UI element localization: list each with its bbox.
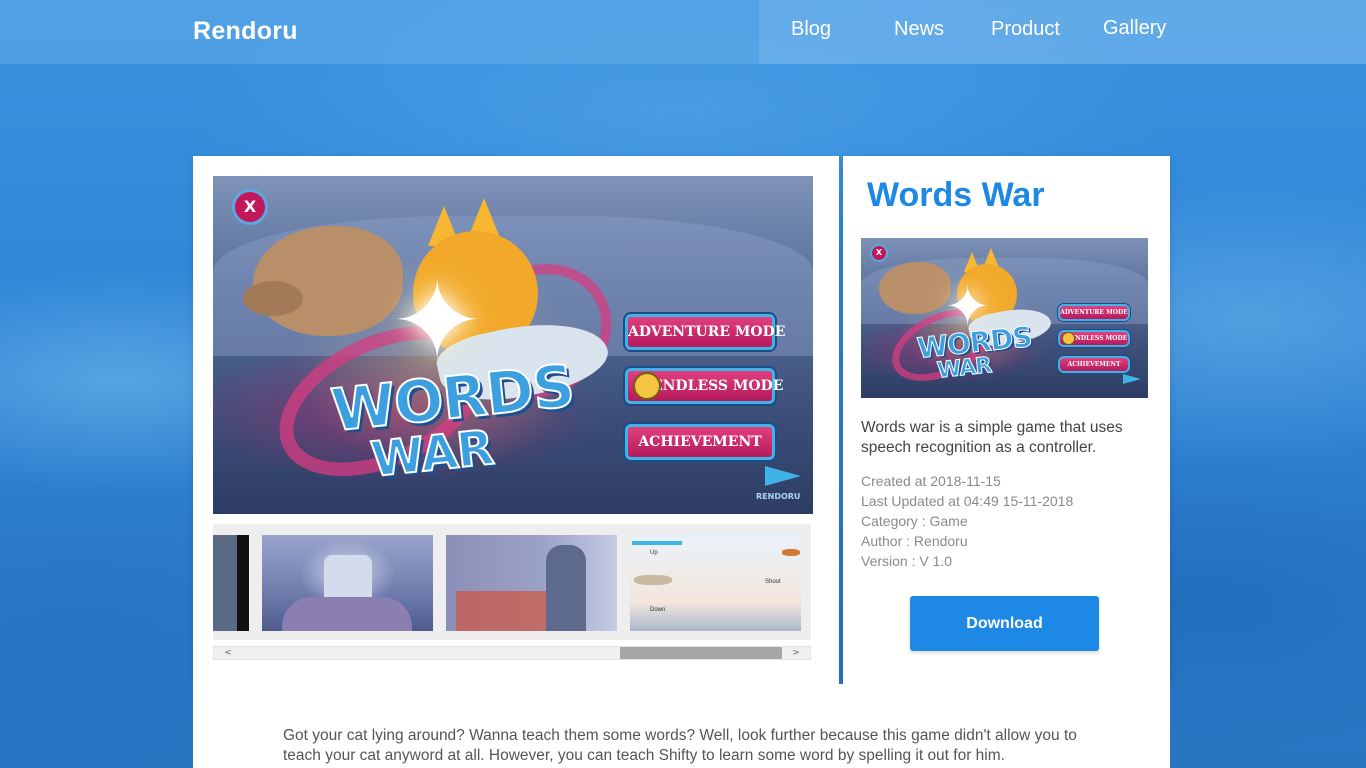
nav-link-news[interactable]: News	[894, 18, 944, 41]
watermark: RENDORU	[756, 492, 801, 501]
close-icon: X	[870, 244, 888, 262]
label-down: Down	[650, 607, 666, 613]
fire-shape	[456, 591, 546, 631]
scroll-right-button[interactable]: >	[782, 647, 810, 659]
game-title: Words War	[867, 176, 1045, 214]
thumbnail-strip[interactable]: Up Down Shoot	[213, 524, 811, 640]
logo-war: WAR	[935, 353, 993, 385]
label-shoot: Shoot	[765, 579, 781, 585]
thumbnail-city[interactable]	[446, 535, 617, 631]
thumbnail-plane[interactable]: Up Down Shoot	[630, 535, 801, 631]
game-cover-image: ✦ WORDS WAR X ADVENTURE MODE ENDLESS MOD…	[861, 238, 1148, 398]
adventure-mode-button: ADVENTURE MODE	[625, 314, 785, 350]
version: Version : V 1.0	[861, 553, 953, 569]
category: Category : Game	[861, 513, 968, 529]
dog-snout	[243, 281, 303, 316]
crowd-shape	[282, 597, 412, 631]
brand-logo[interactable]: Rendoru	[193, 17, 298, 46]
updated-date: Last Updated at 04:49 15-11-2018	[861, 493, 1074, 509]
game-description: Words war is a simple game that uses spe…	[861, 419, 1123, 456]
achievement-button: ACHIEVEMENT	[625, 424, 775, 460]
download-button[interactable]: Download	[910, 596, 1099, 651]
plane-shape	[634, 575, 672, 585]
top-navbar: Rendoru Blog News Product Gallery	[0, 0, 1366, 64]
scroll-left-button[interactable]: <	[214, 647, 242, 659]
thumbnail-throne[interactable]	[262, 535, 433, 631]
arrow-icon	[1123, 374, 1141, 384]
nav-links-panel	[759, 0, 1366, 64]
dog-character	[879, 262, 951, 314]
close-icon: X	[232, 189, 268, 225]
health-bar	[632, 541, 682, 545]
logo-war: WAR	[367, 419, 496, 489]
achievement-button: ACHIEVEMENT	[1058, 356, 1130, 373]
lock-icon	[1062, 332, 1075, 345]
nav-link-blog[interactable]: Blog	[791, 18, 831, 41]
lock-icon	[633, 372, 661, 400]
thumbnail-dark[interactable]	[213, 535, 249, 631]
created-date: Created at 2018-11-15	[861, 473, 1001, 489]
adventure-mode-button: ADVENTURE MODE	[1058, 304, 1130, 321]
sparkle-icon: ✦	[391, 257, 484, 385]
character-shape	[546, 545, 586, 631]
enemy-shape	[782, 549, 800, 556]
long-description: Got your cat lying around? Wanna teach t…	[283, 727, 1077, 764]
nav-link-product[interactable]: Product	[991, 18, 1060, 41]
main-screenshot[interactable]: ✦ WORDS WAR X ADVENTURE MODE ENDLESS MOD…	[213, 176, 813, 514]
thumbnail-scrollbar[interactable]: < >	[213, 646, 811, 660]
scrollbar-thumb[interactable]	[620, 647, 782, 659]
author: Author : Rendoru	[861, 533, 968, 549]
label-up: Up	[650, 550, 658, 556]
nav-link-gallery[interactable]: Gallery	[1103, 17, 1166, 40]
arrow-icon	[765, 466, 801, 486]
